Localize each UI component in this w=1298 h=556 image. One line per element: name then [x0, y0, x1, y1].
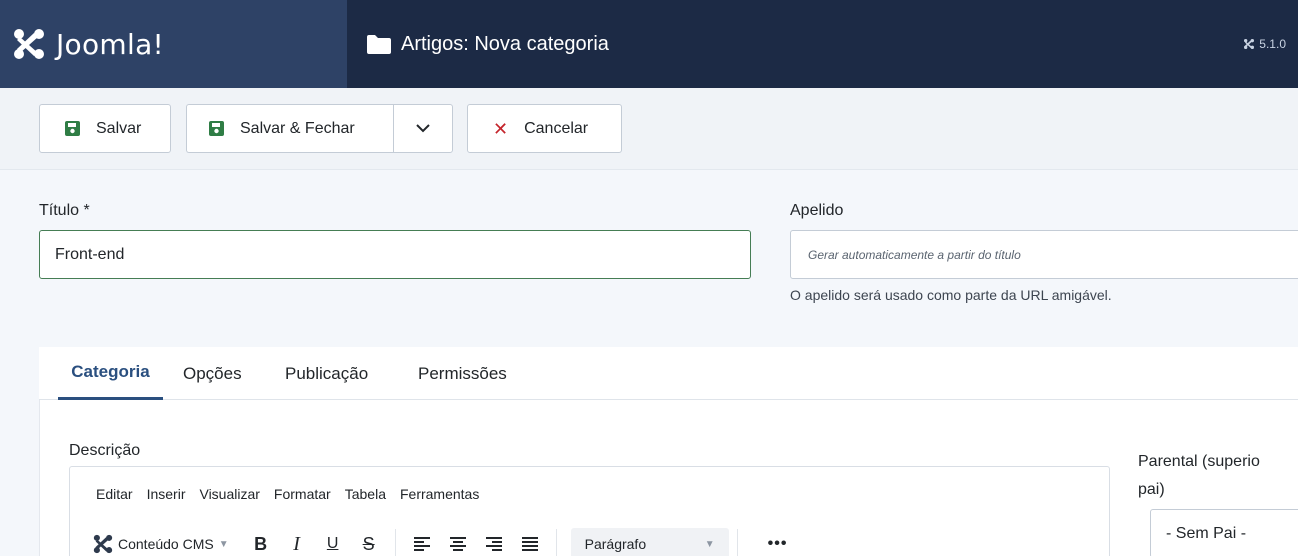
- save-button[interactable]: Salvar: [39, 104, 171, 153]
- parent-label-line1: Parental (superio: [1138, 453, 1260, 470]
- editor-toolbar: Conteúdo CMS ▼ B I U S Parágrafo ▼ •••: [92, 527, 787, 556]
- page-title: Artigos: Nova categoria: [401, 32, 609, 55]
- menu-editar[interactable]: Editar: [96, 486, 133, 502]
- underline-button[interactable]: U: [315, 535, 351, 553]
- editor-menubar: Editar Inserir Visualizar Formatar Tabel…: [96, 486, 493, 502]
- alias-help-text: O apelido será usado como parte da URL a…: [790, 287, 1112, 303]
- tab-bar: Categoria Opções Publicação Permissões: [39, 347, 1298, 400]
- tab-publicacao[interactable]: Publicação: [285, 347, 368, 400]
- alias-input[interactable]: Gerar automaticamente a partir do título: [790, 230, 1298, 279]
- close-icon: ✕: [493, 118, 509, 139]
- menu-ferramentas[interactable]: Ferramentas: [400, 486, 479, 502]
- page-title-area: Artigos: Nova categoria: [367, 0, 609, 88]
- alias-placeholder: Gerar automaticamente a partir do título: [808, 247, 1021, 262]
- joomla-icon: [93, 534, 113, 554]
- chevron-down-icon: ▼: [218, 538, 229, 550]
- parent-label: Parental (superio pai): [1138, 448, 1298, 504]
- cancel-label: Cancelar: [524, 119, 589, 137]
- menu-inserir[interactable]: Inserir: [147, 486, 186, 502]
- app-header: Joomla! Artigos: Nova categoria 5.1.0: [0, 0, 1298, 88]
- joomla-logo[interactable]: Joomla!: [0, 0, 347, 88]
- version-badge: 5.1.0: [1243, 0, 1286, 88]
- joomla-mini-icon: [1244, 39, 1255, 49]
- tab-permissoes[interactable]: Permissões: [418, 347, 507, 400]
- cms-content-button[interactable]: Conteúdo CMS ▼: [92, 533, 229, 555]
- alias-label: Apelido: [790, 202, 844, 219]
- title-input[interactable]: Front-end: [39, 230, 751, 279]
- align-justify-button[interactable]: [512, 537, 548, 551]
- save-icon: [65, 121, 80, 136]
- save-close-button[interactable]: Salvar & Fechar: [186, 104, 395, 153]
- align-justify-icon: [521, 537, 538, 551]
- title-label: Título *: [39, 202, 90, 219]
- title-value: Front-end: [55, 245, 125, 263]
- chevron-down-icon: [416, 124, 430, 133]
- align-center-button[interactable]: [440, 537, 476, 551]
- paragraph-format-value: Parágrafo: [584, 536, 647, 552]
- toolbar-divider: [394, 529, 396, 556]
- align-right-button[interactable]: [476, 537, 512, 551]
- logo-text: Joomla!: [56, 27, 165, 61]
- menu-formatar[interactable]: Formatar: [274, 486, 331, 502]
- save-label: Salvar: [96, 119, 142, 137]
- align-center-icon: [449, 537, 466, 551]
- tab-categoria[interactable]: Categoria: [58, 347, 163, 400]
- tab-opcoes[interactable]: Opções: [183, 347, 242, 400]
- strikethrough-button[interactable]: S: [351, 534, 387, 555]
- save-options-dropdown[interactable]: [393, 104, 453, 153]
- align-right-icon: [485, 537, 502, 551]
- save-close-label: Salvar & Fechar: [240, 119, 355, 137]
- more-options-button[interactable]: •••: [768, 535, 788, 553]
- menu-visualizar[interactable]: Visualizar: [199, 486, 259, 502]
- align-left-icon: [413, 537, 430, 551]
- save-icon: [209, 121, 224, 136]
- parent-label-line2: pai): [1138, 481, 1165, 498]
- cms-content-label: Conteúdo CMS: [118, 536, 214, 552]
- action-toolbar: Salvar Salvar & Fechar ✕ Cancelar: [0, 88, 1298, 170]
- toolbar-divider: [736, 529, 738, 556]
- folder-icon: [367, 34, 391, 54]
- cancel-button[interactable]: ✕ Cancelar: [467, 104, 622, 153]
- parent-select[interactable]: - Sem Pai -: [1150, 509, 1298, 556]
- bold-button[interactable]: B: [243, 534, 279, 555]
- paragraph-format-select[interactable]: Parágrafo ▼: [570, 528, 729, 556]
- italic-button[interactable]: I: [279, 533, 315, 556]
- menu-tabela[interactable]: Tabela: [345, 486, 386, 502]
- align-left-button[interactable]: [404, 537, 440, 551]
- chevron-down-icon: ▼: [704, 538, 715, 550]
- description-label: Descrição: [69, 442, 141, 459]
- joomla-logo-icon: [14, 29, 44, 59]
- version-text: 5.1.0: [1259, 37, 1286, 51]
- parent-select-value: - Sem Pai -: [1166, 524, 1247, 542]
- toolbar-divider: [555, 529, 557, 556]
